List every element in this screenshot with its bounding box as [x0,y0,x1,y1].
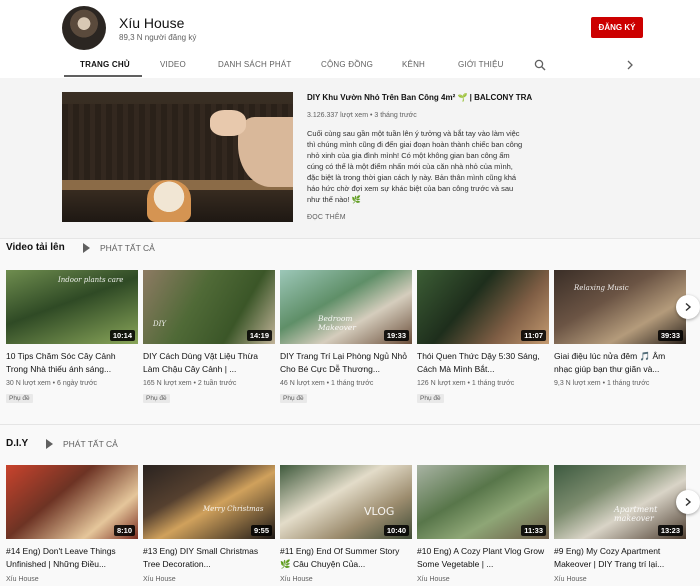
thumbnail-overlay-text: Relaxing Music [574,284,629,292]
subscribe-button[interactable]: ĐĂNG KÝ [591,17,643,38]
chevron-right-icon [685,302,692,312]
video-title[interactable]: #9 Eng) My Cozy Apartment Makeover | DIY… [554,545,686,571]
featured-title[interactable]: DIY Khu Vườn Nhỏ Trên Ban Công 4m² 🌱 | B… [307,93,532,102]
chevron-right-icon[interactable] [625,59,635,71]
channel-tabs: TRANG CHỦ VIDEO DANH SÁCH PHÁT CỘNG ĐỒNG… [0,55,700,78]
tab-community[interactable]: CỘNG ĐỒNG [321,60,373,69]
tab-videos[interactable]: VIDEO [160,60,186,69]
video-channel[interactable]: Xíu House [280,576,313,583]
featured-thumbnail[interactable] [62,92,293,222]
video-meta: 126 N lượt xem • 1 tháng trước [417,380,515,387]
uploads-next-button[interactable] [676,295,700,319]
video-meta: 9,3 N lượt xem • 1 tháng trước [554,380,650,387]
video-duration: 39:33 [657,330,683,341]
video-thumbnail[interactable]: 11:07 [417,270,549,344]
video-title[interactable]: #14 Eng) Don't Leave Things Unfinished |… [6,545,138,571]
tab-playlists[interactable]: DANH SÁCH PHÁT [218,60,291,69]
diy-row: 8:10 #14 Eng) Don't Leave Things Unfinis… [0,465,700,586]
subscriber-count: 89,3 N người đăng ký [119,33,197,42]
video-thumbnail[interactable]: 11:33 [417,465,549,539]
subtitle-badge: Phụ đề [417,394,444,403]
video-duration: 13:23 [657,525,683,536]
video-meta: 30 N lượt xem • 6 ngày trước [6,380,98,387]
video-channel[interactable]: Xíu House [417,576,450,583]
video-thumbnail[interactable]: DIY 14:19 [143,270,275,344]
thumbnail-overlay-text: Apartment makeover [614,505,658,523]
channel-avatar[interactable] [62,6,106,50]
read-more-link[interactable]: ĐỌC THÊM [307,214,346,221]
video-title[interactable]: DIY Trang Trí Lại Phòng Ngủ Nhỏ Cho Bé C… [280,350,412,376]
play-all-label: PHÁT TẤT CẢ [100,243,155,253]
channel-header: Xíu House 89,3 N người đăng ký ĐĂNG KÝ T… [0,0,700,78]
thumbnail-overlay-text: Bedroom Makeover [318,314,356,332]
thumb-scene-hand [210,110,246,136]
diy-section-title[interactable]: D.I.Y [6,438,28,449]
video-channel[interactable]: Xíu House [554,576,587,583]
video-channel[interactable]: Xíu House [143,576,176,583]
video-title[interactable]: Thói Quen Thức Dậy 5:30 Sáng, Cách Mà Mì… [417,350,549,376]
video-title[interactable]: 10 Tips Chăm Sóc Cây Cảnh Trong Nhà thiế… [6,350,138,376]
video-title[interactable]: #11 Eng) End Of Summer Story 🌿 Câu Chuyệ… [280,545,412,571]
video-duration: 10:40 [383,525,409,536]
video-title[interactable]: Giai điệu lúc nửa đêm 🎵 Âm nhạc giúp bạn… [554,350,686,376]
video-duration: 11:07 [521,330,546,341]
tab-about[interactable]: GIỚI THIỆU [458,60,504,69]
video-title[interactable]: #13 Eng) DIY Small Christmas Tree Decora… [143,545,275,571]
search-icon[interactable] [534,59,546,71]
play-icon [46,439,53,449]
thumbnail-overlay-text: DIY [153,320,166,328]
uploads-section-title[interactable]: Video tải lên [6,242,65,253]
video-thumbnail[interactable]: Indoor plants care 10:14 [6,270,138,344]
video-thumbnail[interactable]: Merry Christmas 9:55 [143,465,275,539]
play-icon [83,243,90,253]
uploads-play-all[interactable]: PHÁT TẤT CẢ [83,243,155,253]
video-meta: 165 N lượt xem • 2 tuần trước [143,380,237,387]
video-meta: 46 N lượt xem • 1 tháng trước [280,380,374,387]
video-duration: 19:33 [383,330,409,341]
featured-meta: 3.126.337 lượt xem • 3 tháng trước [307,112,417,119]
video-duration: 10:14 [109,330,135,341]
diy-play-all[interactable]: PHÁT TẤT CẢ [46,439,118,449]
featured-video: DIY Khu Vườn Nhỏ Trên Ban Công 4m² 🌱 | B… [0,78,700,238]
video-title[interactable]: DIY Cách Dùng Vật Liệu Thừa Làm Chậu Cây… [143,350,275,376]
video-thumbnail[interactable]: Relaxing Music 39:33 [554,270,686,344]
subtitle-badge: Phụ đề [143,394,170,403]
tab-channels[interactable]: KÊNH [402,60,425,69]
active-tab-indicator [64,75,142,77]
video-thumbnail[interactable]: Bedroom Makeover 19:33 [280,270,412,344]
video-thumbnail[interactable]: VLOG 10:40 [280,465,412,539]
thumb-scene-cat [147,180,191,222]
video-duration: 11:33 [521,525,546,536]
uploads-row: Indoor plants care 10:14 10 Tips Chăm Só… [0,270,700,420]
play-all-label: PHÁT TẤT CẢ [63,439,118,449]
subtitle-badge: Phụ đề [280,394,307,403]
section-divider [0,424,700,425]
subtitle-badge: Phụ đề [6,394,33,403]
video-channel[interactable]: Xíu House [6,576,39,583]
video-title[interactable]: #10 Eng) A Cozy Plant Vlog Grow Some Veg… [417,545,549,571]
chevron-right-icon [685,497,692,507]
thumbnail-overlay-text: VLOG [364,505,395,518]
video-thumbnail[interactable]: 8:10 [6,465,138,539]
video-duration: 14:19 [246,330,272,341]
tab-home[interactable]: TRANG CHỦ [80,60,130,69]
video-duration: 8:10 [113,525,135,536]
diy-next-button[interactable] [676,490,700,514]
section-divider [0,238,700,239]
featured-description: Cuối cùng sau gần một tuần lên ý tưởng v… [307,129,523,204]
channel-name[interactable]: Xíu House [119,15,184,31]
thumbnail-overlay-text: Merry Christmas [203,505,264,513]
thumbnail-overlay-text: Indoor plants care [58,276,124,284]
video-duration: 9:55 [250,525,272,536]
video-thumbnail[interactable]: Apartment makeover 13:23 [554,465,686,539]
